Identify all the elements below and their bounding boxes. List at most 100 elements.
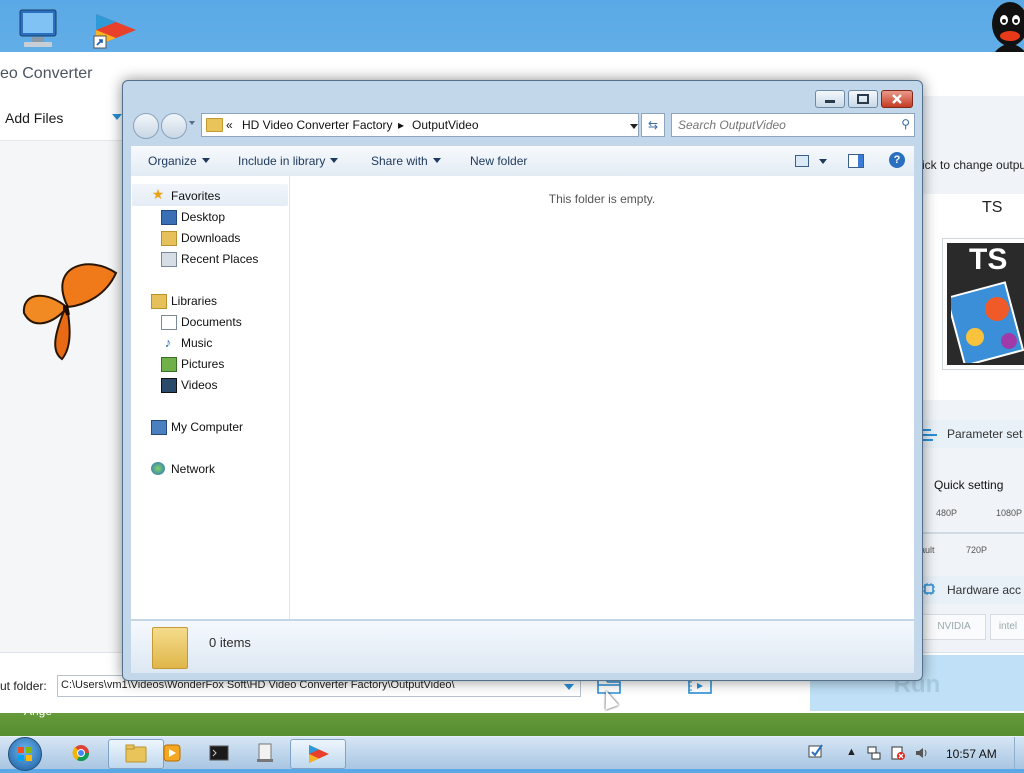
add-files-dropdown-icon[interactable] [112, 114, 122, 120]
intel-toggle[interactable]: intel [990, 614, 1024, 640]
taskbar-video-converter[interactable] [290, 739, 346, 769]
nav-music[interactable]: Music [181, 336, 212, 350]
ts-format-image[interactable]: TS [942, 238, 1024, 370]
close-button[interactable] [881, 90, 913, 108]
file-list-area[interactable]: This folder is empty. [290, 176, 914, 619]
document-icon [257, 743, 273, 762]
chevron-down-icon [432, 158, 441, 163]
item-count: 0 items [209, 635, 251, 650]
search-icon[interactable]: ⚲ [901, 117, 910, 131]
hardware-acceleration-label[interactable]: Hardware acc [947, 583, 1021, 597]
nav-documents[interactable]: Documents [181, 315, 242, 329]
address-bar[interactable]: « HD Video Converter Factory ▸ OutputVid… [201, 113, 639, 137]
share-with-label: Share with [371, 154, 428, 168]
maximize-button[interactable] [848, 90, 878, 108]
minimize-button[interactable] [815, 90, 845, 108]
search-box[interactable]: ⚲ [671, 113, 915, 137]
nav-recent-places[interactable]: Recent Places [181, 252, 258, 266]
quality-tick-720p: 720P [966, 545, 988, 555]
network-tray-icon[interactable] [866, 745, 882, 764]
chip-icon [922, 582, 936, 599]
chevron-down-icon [330, 158, 339, 163]
action-center-icon[interactable] [808, 743, 824, 762]
nav-pictures[interactable]: Pictures [181, 357, 224, 371]
chrome-icon [72, 745, 90, 762]
nav-my-computer[interactable]: My Computer [171, 420, 243, 434]
change-view-icon[interactable] [795, 155, 809, 167]
nav-network[interactable]: Network [171, 462, 215, 476]
new-folder-button[interactable]: New folder [470, 154, 527, 168]
desktop-icon-label[interactable]: Ange [24, 704, 52, 718]
parameter-settings-icon [922, 426, 938, 445]
share-with-menu[interactable]: Share with [371, 154, 441, 168]
search-input[interactable] [676, 116, 890, 134]
address-dropdown-icon[interactable] [630, 124, 638, 129]
organize-menu[interactable]: Organize [148, 154, 210, 168]
taskbar-clock[interactable]: 10:57 AM [946, 747, 997, 761]
folder-icon [206, 118, 223, 132]
output-folder-dropdown-icon[interactable] [564, 684, 574, 690]
output-folder-label: ut folder: [0, 679, 47, 693]
documents-icon [161, 315, 177, 330]
volume-icon[interactable] [914, 745, 930, 764]
format-name: TS [982, 199, 1003, 216]
media-player-icon [163, 744, 181, 762]
taskbar-media-player[interactable] [145, 739, 199, 767]
preview-pane-icon[interactable] [848, 154, 864, 168]
desktop-icon [161, 210, 177, 225]
quality-tick-1080p: 1080P [996, 508, 1023, 518]
breadcrumb-overflow[interactable]: « [226, 118, 233, 132]
maximize-icon [857, 94, 869, 104]
minimize-icon [825, 100, 835, 103]
nav-desktop[interactable]: Desktop [181, 210, 225, 224]
folder-thumbnail-icon [152, 627, 188, 669]
explorer-window: « HD Video Converter Factory ▸ OutputVid… [122, 80, 923, 681]
nav-downloads[interactable]: Downloads [181, 231, 240, 245]
breadcrumb-outputvideo[interactable]: OutputVideo [412, 118, 479, 132]
nvidia-toggle[interactable]: NVIDIA [922, 614, 986, 640]
breadcrumb-hd-video-converter-factory[interactable]: HD Video Converter Factory [242, 118, 393, 132]
wonderfox-app-shortcut-icon[interactable] [92, 6, 140, 54]
app-title: eo Converter [0, 65, 93, 82]
nav-videos[interactable]: Videos [181, 378, 217, 392]
taskbar-chrome[interactable] [54, 739, 108, 767]
star-icon: ★ [151, 186, 165, 202]
refresh-icon: ⇆ [647, 118, 659, 132]
empty-folder-message: This folder is empty. [548, 192, 656, 206]
back-button[interactable] [133, 113, 159, 139]
computer-icon [151, 420, 167, 435]
taskbar-document[interactable] [238, 739, 292, 767]
start-button[interactable] [8, 737, 42, 771]
quality-slider-track[interactable] [920, 532, 1024, 534]
add-files-button[interactable]: Add Files [5, 110, 63, 126]
music-icon: ♪ [164, 335, 172, 350]
navigation-bar: « HD Video Converter Factory ▸ OutputVid… [131, 111, 915, 141]
help-icon[interactable]: ? [889, 152, 905, 168]
windows-logo-icon [18, 747, 32, 761]
include-in-library-label: Include in library [238, 154, 326, 168]
security-alert-icon[interactable] [890, 745, 906, 764]
navigation-pane: ★ Favorites Desktop Downloads Recent Pla… [131, 176, 290, 619]
show-desktop-button[interactable] [1014, 737, 1024, 769]
show-hidden-icons-icon[interactable]: ▲ [846, 746, 857, 758]
downloads-icon [161, 231, 177, 246]
quick-setting-label: Quick setting [934, 478, 1004, 492]
forward-button[interactable] [161, 113, 187, 139]
nav-favorites[interactable]: Favorites [171, 189, 220, 203]
recent-pages-dropdown-icon[interactable] [189, 121, 195, 125]
wonderfox-app-icon [309, 745, 329, 763]
command-bar: Organize Include in library Share with N… [131, 145, 914, 177]
nav-libraries[interactable]: Libraries [171, 294, 217, 308]
libraries-icon [151, 294, 167, 309]
change-output-format-hint[interactable]: ick to change outpu [922, 158, 1024, 172]
chevron-down-icon [201, 158, 210, 163]
refresh-button[interactable]: ⇆ [641, 113, 665, 137]
computer-desktop-icon[interactable] [14, 6, 62, 54]
videos-icon [161, 378, 177, 393]
view-options-dropdown-icon[interactable] [819, 159, 827, 164]
pictures-icon [161, 357, 177, 372]
include-in-library-menu[interactable]: Include in library [238, 154, 339, 168]
parameter-settings-label[interactable]: Parameter set [947, 427, 1022, 441]
breadcrumb-separator-icon[interactable]: ▸ [398, 118, 404, 132]
details-pane: 0 items [131, 620, 914, 673]
